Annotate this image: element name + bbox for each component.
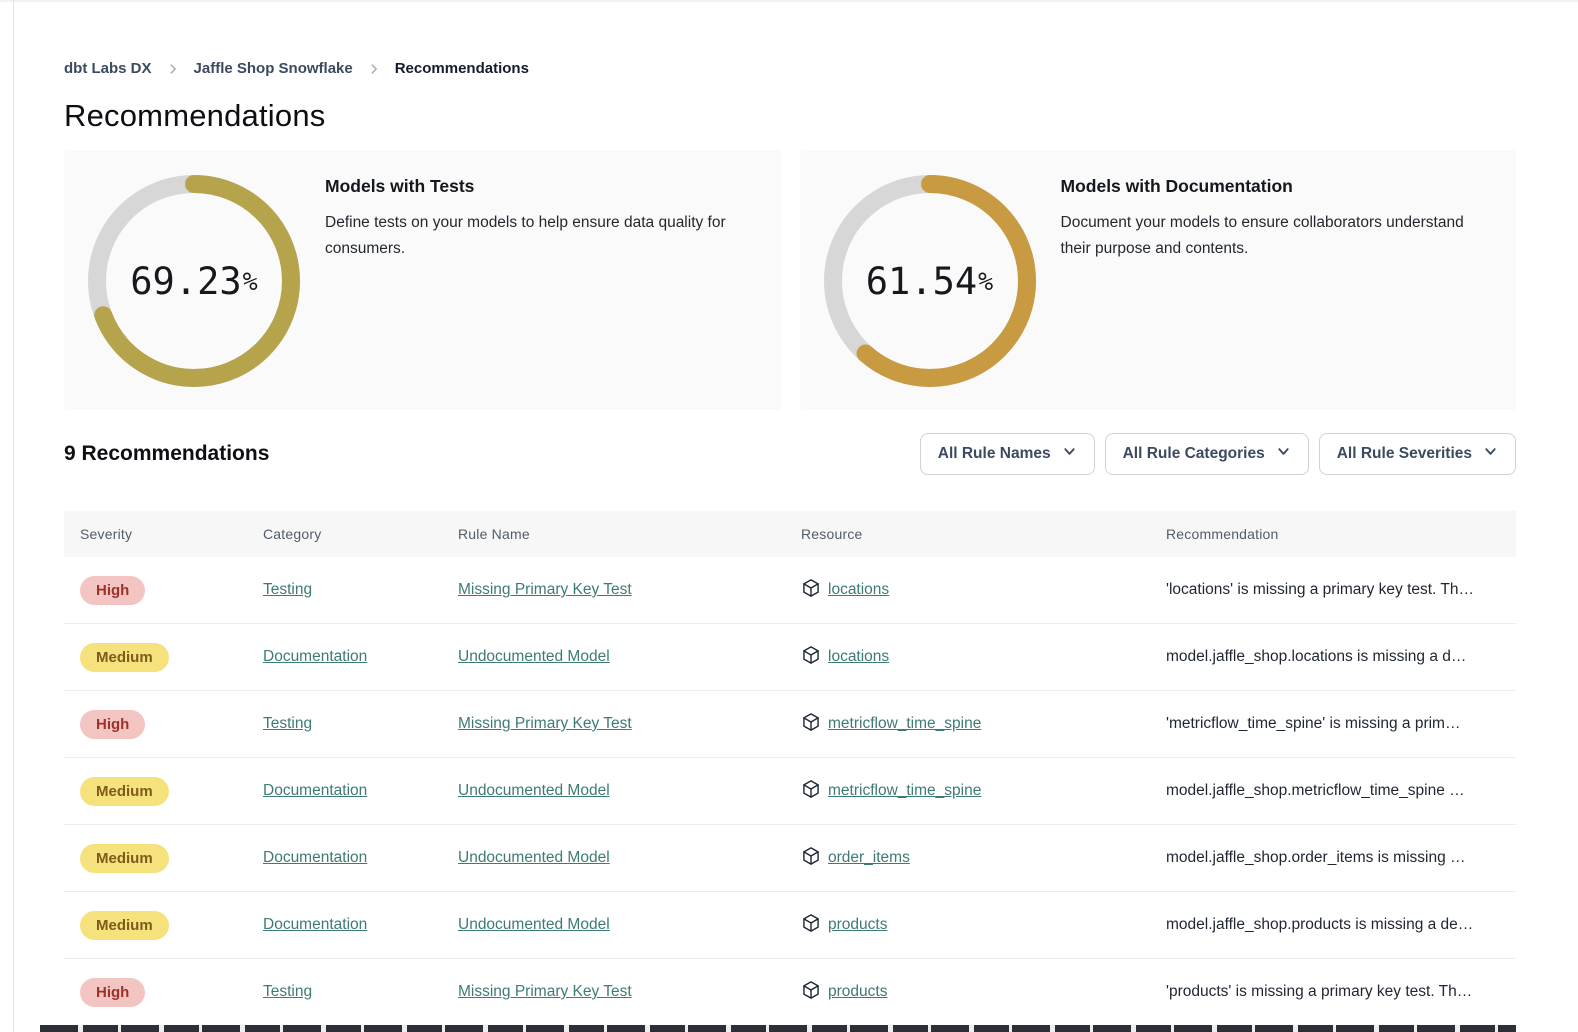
rule-name-link[interactable]: Undocumented Model: [458, 648, 610, 665]
rule-names-filter-dropdown[interactable]: All Rule Names: [920, 433, 1095, 475]
page-title: Recommendations: [64, 98, 1516, 134]
resource-link[interactable]: metricflow_time_spine: [828, 782, 981, 800]
resource-link[interactable]: products: [828, 916, 887, 934]
rule-name-link[interactable]: Missing Primary Key Test: [458, 983, 632, 1000]
table-row: High Testing Missing Primary Key Test lo…: [64, 557, 1516, 624]
recommendation-text: model.jaffle_shop.locations is missing a…: [1166, 648, 1516, 666]
table-row: Medium Documentation Undocumented Model …: [64, 624, 1516, 691]
category-link[interactable]: Documentation: [263, 648, 367, 665]
column-header-resource: Resource: [801, 526, 1166, 542]
rule-severities-filter-dropdown[interactable]: All Rule Severities: [1319, 433, 1516, 475]
resource-link[interactable]: locations: [828, 648, 889, 666]
table-header-row: Severity Category Rule Name Resource Rec…: [64, 511, 1516, 557]
model-cube-icon: [801, 578, 821, 603]
table-row: Medium Documentation Undocumented Model …: [64, 825, 1516, 892]
category-link[interactable]: Testing: [263, 983, 312, 1000]
chevron-down-icon: [1276, 444, 1291, 464]
recommendation-text: model.jaffle_shop.metricflow_time_spine …: [1166, 782, 1516, 800]
resource-link[interactable]: order_items: [828, 849, 910, 867]
category-link[interactable]: Documentation: [263, 782, 367, 799]
rule-categories-filter-dropdown[interactable]: All Rule Categories: [1105, 433, 1309, 475]
documentation-card-title: Models with Documentation: [1061, 176, 1493, 197]
model-cube-icon: [801, 645, 821, 670]
metric-cards: 69.23% Models with Tests Define tests on…: [64, 150, 1516, 410]
recommendation-text: 'locations' is missing a primary key tes…: [1166, 581, 1516, 599]
recommendation-text: 'metricflow_time_spine' is missing a pri…: [1166, 715, 1516, 733]
rule-name-link[interactable]: Undocumented Model: [458, 782, 610, 799]
table-row: High Testing Missing Primary Key Test pr…: [64, 959, 1516, 1026]
model-cube-icon: [801, 913, 821, 938]
severity-badge: High: [80, 576, 145, 605]
documentation-percent-value: 61.54%: [820, 171, 1040, 391]
column-header-recommendation: Recommendation: [1166, 526, 1516, 542]
filter-bar: All Rule Names All Rule Categories All R…: [920, 433, 1516, 475]
metric-card-tests: 69.23% Models with Tests Define tests on…: [64, 150, 781, 410]
metric-card-documentation: 61.54% Models with Documentation Documen…: [800, 150, 1517, 410]
category-link[interactable]: Documentation: [263, 916, 367, 933]
rule-names-filter-label: All Rule Names: [938, 445, 1051, 463]
rule-name-link[interactable]: Missing Primary Key Test: [458, 581, 632, 598]
column-header-rule-name: Rule Name: [458, 526, 801, 542]
sidebar-divider: [13, 0, 14, 1032]
severity-badge: Medium: [80, 643, 169, 672]
recommendations-header: 9 Recommendations All Rule Names All Rul…: [64, 433, 1516, 475]
chevron-right-icon: [367, 62, 381, 76]
severity-badge: Medium: [80, 911, 169, 940]
rule-categories-filter-label: All Rule Categories: [1123, 445, 1265, 463]
severity-badge: Medium: [80, 844, 169, 873]
resource-link[interactable]: products: [828, 983, 887, 1001]
model-cube-icon: [801, 779, 821, 804]
documentation-card-text: Models with Documentation Document your …: [1061, 176, 1517, 410]
tests-card-title: Models with Tests: [325, 176, 757, 197]
tests-card-text: Models with Tests Define tests on your m…: [325, 176, 781, 410]
rule-name-link[interactable]: Undocumented Model: [458, 849, 610, 866]
column-header-category: Category: [263, 526, 458, 542]
recommendations-table: Severity Category Rule Name Resource Rec…: [64, 511, 1516, 1026]
tests-donut-chart: 69.23%: [84, 171, 304, 391]
column-header-severity: Severity: [80, 526, 263, 542]
tests-percent-value: 69.23%: [84, 171, 304, 391]
chevron-right-icon: [166, 62, 180, 76]
recommendation-text: 'products' is missing a primary key test…: [1166, 983, 1516, 1001]
category-link[interactable]: Testing: [263, 715, 312, 732]
severity-badge: High: [80, 710, 145, 739]
recommendations-count: 9 Recommendations: [64, 442, 920, 466]
table-row: High Testing Missing Primary Key Test me…: [64, 691, 1516, 758]
table-body: High Testing Missing Primary Key Test lo…: [64, 557, 1516, 1026]
cutoff-next-row: [40, 1025, 1516, 1032]
category-link[interactable]: Testing: [263, 581, 312, 598]
severity-badge: Medium: [80, 777, 169, 806]
category-link[interactable]: Documentation: [263, 849, 367, 866]
chevron-down-icon: [1062, 444, 1077, 464]
table-row: Medium Documentation Undocumented Model …: [64, 758, 1516, 825]
model-cube-icon: [801, 980, 821, 1005]
main-content: dbt Labs DX Jaffle Shop Snowflake Recomm…: [64, 0, 1516, 1026]
breadcrumb: dbt Labs DX Jaffle Shop Snowflake Recomm…: [64, 60, 1516, 77]
tests-card-description: Define tests on your models to help ensu…: [325, 210, 757, 262]
rule-name-link[interactable]: Missing Primary Key Test: [458, 715, 632, 732]
rule-severities-filter-label: All Rule Severities: [1337, 445, 1472, 463]
rule-name-link[interactable]: Undocumented Model: [458, 916, 610, 933]
recommendation-text: model.jaffle_shop.order_items is missing…: [1166, 849, 1516, 867]
breadcrumb-item-project[interactable]: Jaffle Shop Snowflake: [194, 60, 353, 77]
resource-link[interactable]: locations: [828, 581, 889, 599]
recommendation-text: model.jaffle_shop.products is missing a …: [1166, 916, 1516, 934]
documentation-card-description: Document your models to ensure collabora…: [1061, 210, 1493, 262]
model-cube-icon: [801, 712, 821, 737]
table-row: Medium Documentation Undocumented Model …: [64, 892, 1516, 959]
severity-badge: High: [80, 978, 145, 1007]
model-cube-icon: [801, 846, 821, 871]
breadcrumb-item-current: Recommendations: [395, 60, 529, 77]
documentation-donut-chart: 61.54%: [820, 171, 1040, 391]
resource-link[interactable]: metricflow_time_spine: [828, 715, 981, 733]
chevron-down-icon: [1483, 444, 1498, 464]
breadcrumb-item-account[interactable]: dbt Labs DX: [64, 60, 152, 77]
